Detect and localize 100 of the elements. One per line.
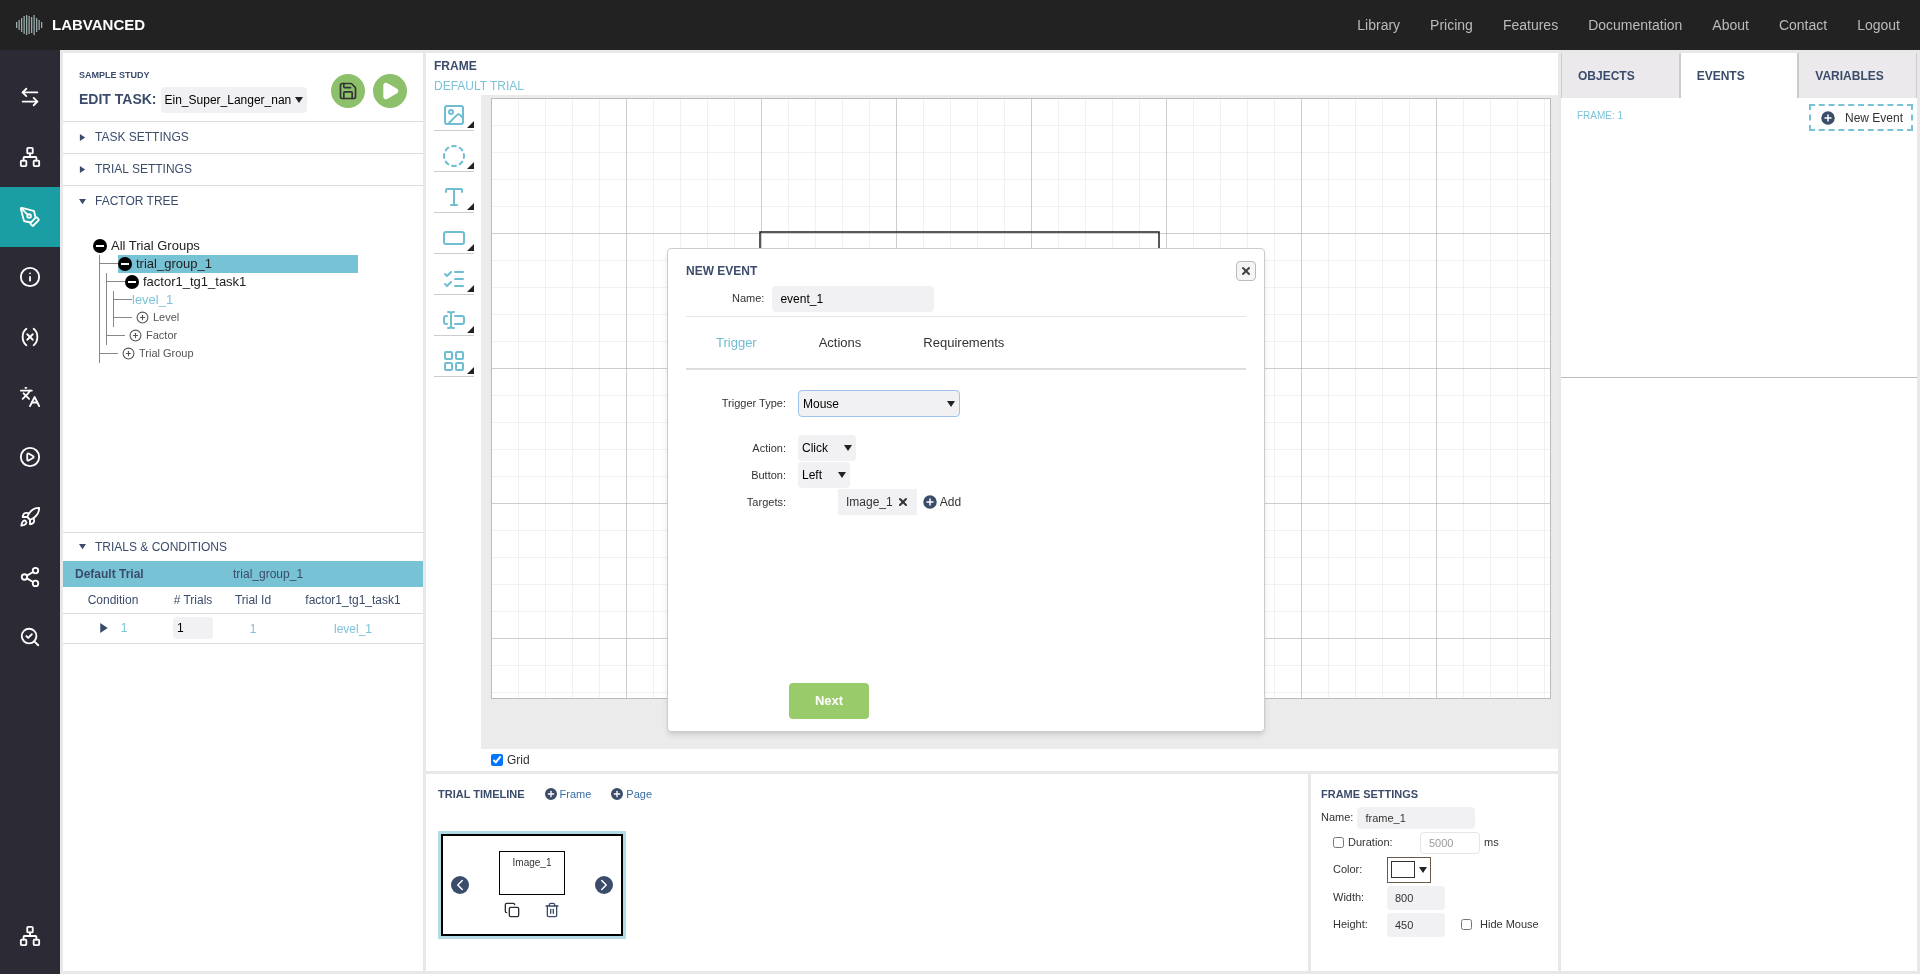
nav-link[interactable]: Pricing [1430,14,1473,36]
frame-name-field[interactable]: frame_1 [1357,806,1476,829]
edit-task-label: EDIT TASK: [79,90,157,109]
field-label: Hide Mouse [1480,917,1539,933]
grid-checkbox[interactable] [491,754,503,766]
variable-icon [19,326,41,348]
unit-label: ms [1484,835,1499,851]
panel-tab[interactable]: EVENTS [1679,53,1799,98]
next-icon[interactable] [595,875,613,894]
column-header: factor1_tg1_task1 [283,586,423,614]
dialog-tab[interactable]: Requirements [923,332,1005,353]
table-cell: level_1 [283,613,423,644]
translate-icon [19,386,41,408]
color-picker[interactable] [1387,856,1431,883]
field-label: Name: [732,291,765,307]
info-icon [19,266,41,288]
add-target-button[interactable]: Add [920,493,962,511]
swap-arrows-icon [19,86,41,108]
trash-icon[interactable] [544,902,560,918]
table-cell-text: 1 [120,620,128,637]
dialog-tab[interactable]: Actions [818,332,862,353]
add-tree-item-link[interactable]: Trial Group [122,345,194,362]
section-header[interactable]: TRIAL SETTINGS [63,153,423,185]
new-event-button[interactable]: New Event [1808,104,1913,131]
dropdown-caret-icon [1419,865,1427,874]
field-label: Height: [1333,917,1369,933]
tree-node[interactable]: factor1_tg1_task1 [125,272,255,291]
trial-name: Default Trial [74,565,145,583]
add-tree-item-link[interactable]: Level [136,309,180,326]
hierarchy-icon [19,146,41,168]
grid-tool-icon [441,348,466,373]
width-field[interactable]: 800 [1387,885,1445,910]
duration-field[interactable]: 5000 [1420,831,1480,854]
field-label: Duration: [1348,835,1394,851]
save-button[interactable] [331,73,365,108]
close-icon [1240,265,1252,277]
field-label: Button: [750,467,787,483]
column-header: # Trials [163,586,223,614]
copy-icon[interactable] [504,902,520,918]
section-header[interactable]: TASK SETTINGS [63,121,423,153]
tree-node[interactable]: All Trial Groups [93,236,208,255]
nav-link[interactable]: Contact [1778,14,1828,36]
grid-label: Grid [507,752,530,769]
hide-mouse-checkbox[interactable] [1461,919,1472,930]
frame-title: FRAME [434,58,478,75]
rocket-icon [19,506,41,528]
height-field[interactable]: 450 [1387,912,1445,937]
shape-tool-icon [441,143,466,168]
dropdown-caret-icon [947,399,955,408]
nav-link[interactable]: Features [1502,14,1559,36]
play-icon [380,80,400,101]
nav-link[interactable]: About [1712,14,1749,36]
close-button[interactable] [1236,261,1256,281]
duration-checkbox[interactable] [1333,837,1344,848]
add-icon [542,786,559,803]
timeline-title: TRIAL TIMELINE [438,787,525,802]
study-title: SAMPLE STUDY [79,69,151,82]
previous-icon[interactable] [451,875,469,894]
event-name-field[interactable]: event_1 [772,285,935,312]
trials-count-field[interactable]: 1 [173,617,213,639]
collapse-icon [125,274,139,289]
field-label: Width: [1333,890,1366,906]
trigger-type-select[interactable]: Mouse [798,390,960,417]
logo-waveform-icon [16,13,44,37]
section-header[interactable]: TRIALS & CONDITIONS [63,532,423,561]
expand-row-icon [98,623,109,633]
nav-link[interactable]: Logout [1857,14,1900,36]
add-frame-link[interactable]: Frame [542,786,592,803]
option-select[interactable]: Left [798,462,850,488]
nav-link[interactable]: Documentation [1588,14,1683,36]
add-icon [122,347,135,360]
frame-settings-title: FRAME SETTINGS [1321,787,1420,802]
collapse-icon [118,256,132,271]
image-tool-icon [441,102,466,127]
thumbnail-object: Image_1 [499,851,565,895]
share-icon [19,566,41,588]
search-icon [19,626,41,648]
dropdown-caret-icon [295,95,304,104]
panel-tab[interactable]: OBJECTS [1561,53,1680,98]
add-icon [1818,108,1837,127]
trial-group-name: trial_group_1 [233,565,304,583]
column-header: Trial Id [223,586,283,614]
collapse-icon [93,238,107,253]
logo-text: LABVANCED [52,14,146,35]
field-label: Trigger Type: [720,396,787,412]
remove-icon[interactable] [896,496,909,508]
panel-tab[interactable]: VARIABLES [1798,53,1917,98]
frame-thumbnail[interactable]: Image_1 [438,830,626,939]
add-icon [129,329,142,342]
add-tree-item-link[interactable]: Factor [129,327,178,344]
add-frame-link[interactable]: Page [609,786,653,803]
option-select[interactable]: Click [798,435,856,461]
task-select[interactable]: Ein_Super_Langer_nan [160,86,308,113]
play-icon [19,446,41,468]
save-icon [338,80,358,101]
tree-node[interactable]: trial_group_1 [118,254,358,273]
nav-link[interactable]: Library [1357,14,1401,36]
field-label: Color: [1333,862,1364,878]
trial-subtitle: DEFAULT TRIAL [434,78,526,95]
section-header[interactable]: FACTOR TREE [63,185,423,217]
